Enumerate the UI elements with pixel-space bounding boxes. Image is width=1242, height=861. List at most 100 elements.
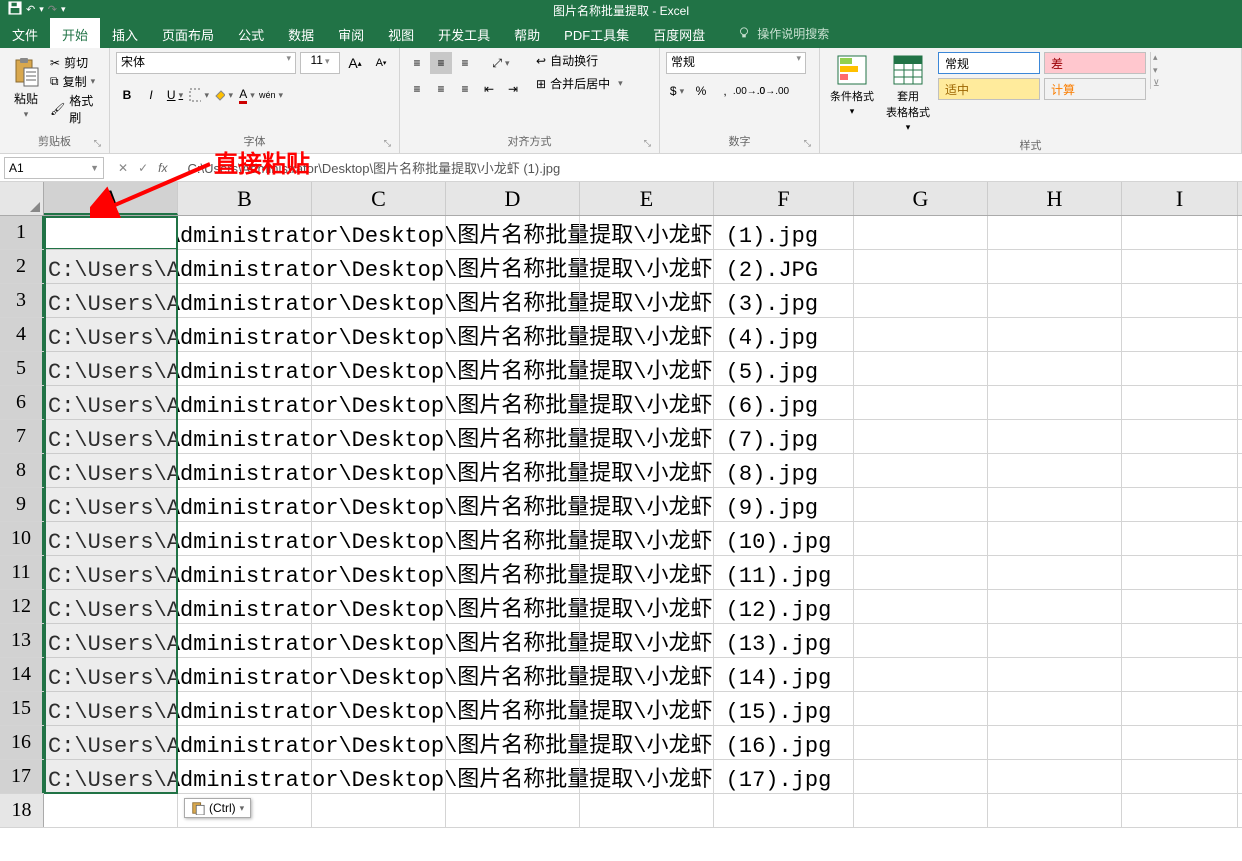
column-header-I[interactable]: I xyxy=(1122,182,1238,215)
font-size-select[interactable]: 11▾ xyxy=(300,52,340,74)
cell-D2[interactable] xyxy=(446,250,580,283)
cell-I3[interactable] xyxy=(1122,284,1238,317)
row-header-6[interactable]: 6 xyxy=(0,386,44,419)
row-header-9[interactable]: 9 xyxy=(0,488,44,521)
tab-pdf-tools[interactable]: PDF工具集 xyxy=(552,18,641,48)
row-header-8[interactable]: 8 xyxy=(0,454,44,487)
row-header-2[interactable]: 2 xyxy=(0,250,44,283)
increase-indent-button[interactable]: ⇥ xyxy=(502,78,524,100)
cell-G15[interactable] xyxy=(854,692,988,725)
cell-A4[interactable]: C:\Users\Administrator\Desktop\图片名称批量提取\… xyxy=(44,318,178,351)
cell-B9[interactable] xyxy=(178,488,312,521)
style-normal[interactable]: 常规 xyxy=(938,52,1040,74)
cell-F5[interactable] xyxy=(714,352,854,385)
align-top-button[interactable]: ≡ xyxy=(406,52,428,74)
underline-button[interactable]: U xyxy=(164,84,186,106)
cell-E14[interactable] xyxy=(580,658,714,691)
style-bad[interactable]: 差 xyxy=(1044,52,1146,74)
cell-H7[interactable] xyxy=(988,420,1122,453)
cell-A5[interactable]: C:\Users\Administrator\Desktop\图片名称批量提取\… xyxy=(44,352,178,385)
cell-A8[interactable]: C:\Users\Administrator\Desktop\图片名称批量提取\… xyxy=(44,454,178,487)
cell-C2[interactable] xyxy=(312,250,446,283)
cell-D7[interactable] xyxy=(446,420,580,453)
cell-I17[interactable] xyxy=(1122,760,1238,793)
row-header-4[interactable]: 4 xyxy=(0,318,44,351)
align-left-button[interactable]: ≡ xyxy=(406,78,428,100)
cell-F12[interactable] xyxy=(714,590,854,623)
row-header-11[interactable]: 11 xyxy=(0,556,44,589)
cell-E17[interactable] xyxy=(580,760,714,793)
undo-icon[interactable]: ↶ xyxy=(26,3,35,16)
merge-center-button[interactable]: ⊞合并后居中▾ xyxy=(536,75,623,92)
cell-I4[interactable] xyxy=(1122,318,1238,351)
cell-F15[interactable] xyxy=(714,692,854,725)
cell-D4[interactable] xyxy=(446,318,580,351)
cell-G8[interactable] xyxy=(854,454,988,487)
cell-H16[interactable] xyxy=(988,726,1122,759)
cell-F6[interactable] xyxy=(714,386,854,419)
cell-E6[interactable] xyxy=(580,386,714,419)
cell-B17[interactable] xyxy=(178,760,312,793)
cell-F17[interactable] xyxy=(714,760,854,793)
cell-F14[interactable] xyxy=(714,658,854,691)
cut-button[interactable]: ✂剪切 xyxy=(50,54,103,71)
cell-C6[interactable] xyxy=(312,386,446,419)
cell-H17[interactable] xyxy=(988,760,1122,793)
cell-I15[interactable] xyxy=(1122,692,1238,725)
cell-C11[interactable] xyxy=(312,556,446,589)
cell-D1[interactable] xyxy=(446,216,580,249)
qat-customize-icon[interactable]: ▾ xyxy=(61,4,66,15)
border-button[interactable] xyxy=(188,84,210,106)
cell-A17[interactable]: C:\Users\Administrator\Desktop\图片名称批量提取\… xyxy=(44,760,178,793)
cell-F8[interactable] xyxy=(714,454,854,487)
paste-button[interactable]: 粘贴 ▾ xyxy=(6,52,46,124)
cell-A12[interactable]: C:\Users\Administrator\Desktop\图片名称批量提取\… xyxy=(44,590,178,623)
tab-insert[interactable]: 插入 xyxy=(100,18,150,48)
column-header-D[interactable]: D xyxy=(446,182,580,215)
cell-A15[interactable]: C:\Users\Administrator\Desktop\图片名称批量提取\… xyxy=(44,692,178,725)
cell-D5[interactable] xyxy=(446,352,580,385)
cell-A6[interactable]: C:\Users\Administrator\Desktop\图片名称批量提取\… xyxy=(44,386,178,419)
row-header-12[interactable]: 12 xyxy=(0,590,44,623)
row-header-13[interactable]: 13 xyxy=(0,624,44,657)
qat-dropdown-icon[interactable]: ▾ xyxy=(39,4,44,15)
row-header-7[interactable]: 7 xyxy=(0,420,44,453)
cell-A10[interactable]: C:\Users\Administrator\Desktop\图片名称批量提取\… xyxy=(44,522,178,555)
cell-F9[interactable] xyxy=(714,488,854,521)
cell-B4[interactable] xyxy=(178,318,312,351)
name-box[interactable]: A1▼ xyxy=(4,157,104,179)
row-header-15[interactable]: 15 xyxy=(0,692,44,725)
cell-D8[interactable] xyxy=(446,454,580,487)
row-header-5[interactable]: 5 xyxy=(0,352,44,385)
cell-I1[interactable] xyxy=(1122,216,1238,249)
format-as-table-button[interactable]: 套用 表格格式▾ xyxy=(882,52,934,135)
tab-view[interactable]: 视图 xyxy=(376,18,426,48)
cell-A3[interactable]: C:\Users\Administrator\Desktop\图片名称批量提取\… xyxy=(44,284,178,317)
cell-D13[interactable] xyxy=(446,624,580,657)
cell-F3[interactable] xyxy=(714,284,854,317)
cell-H11[interactable] xyxy=(988,556,1122,589)
cell-H15[interactable] xyxy=(988,692,1122,725)
cell-A18[interactable] xyxy=(44,794,178,827)
cell-C17[interactable] xyxy=(312,760,446,793)
alignment-dialog-launcher[interactable]: ⤡ xyxy=(644,138,651,149)
cell-F13[interactable] xyxy=(714,624,854,657)
cell-E3[interactable] xyxy=(580,284,714,317)
cell-H4[interactable] xyxy=(988,318,1122,351)
cell-D17[interactable] xyxy=(446,760,580,793)
cell-H1[interactable] xyxy=(988,216,1122,249)
cell-H8[interactable] xyxy=(988,454,1122,487)
align-bottom-button[interactable]: ≡ xyxy=(454,52,476,74)
column-header-F[interactable]: F xyxy=(714,182,854,215)
cell-G7[interactable] xyxy=(854,420,988,453)
cell-H6[interactable] xyxy=(988,386,1122,419)
accounting-format-button[interactable]: $ xyxy=(666,80,688,102)
cell-H10[interactable] xyxy=(988,522,1122,555)
cell-B15[interactable] xyxy=(178,692,312,725)
cell-I10[interactable] xyxy=(1122,522,1238,555)
paste-dropdown-icon[interactable]: ▾ xyxy=(24,109,29,120)
cell-styles-gallery[interactable]: 常规 差 适中 计算 xyxy=(938,52,1146,100)
tab-baidu-netdisk[interactable]: 百度网盘 xyxy=(641,18,717,48)
cell-H14[interactable] xyxy=(988,658,1122,691)
gallery-more-icon[interactable]: ⊻ xyxy=(1153,78,1160,89)
